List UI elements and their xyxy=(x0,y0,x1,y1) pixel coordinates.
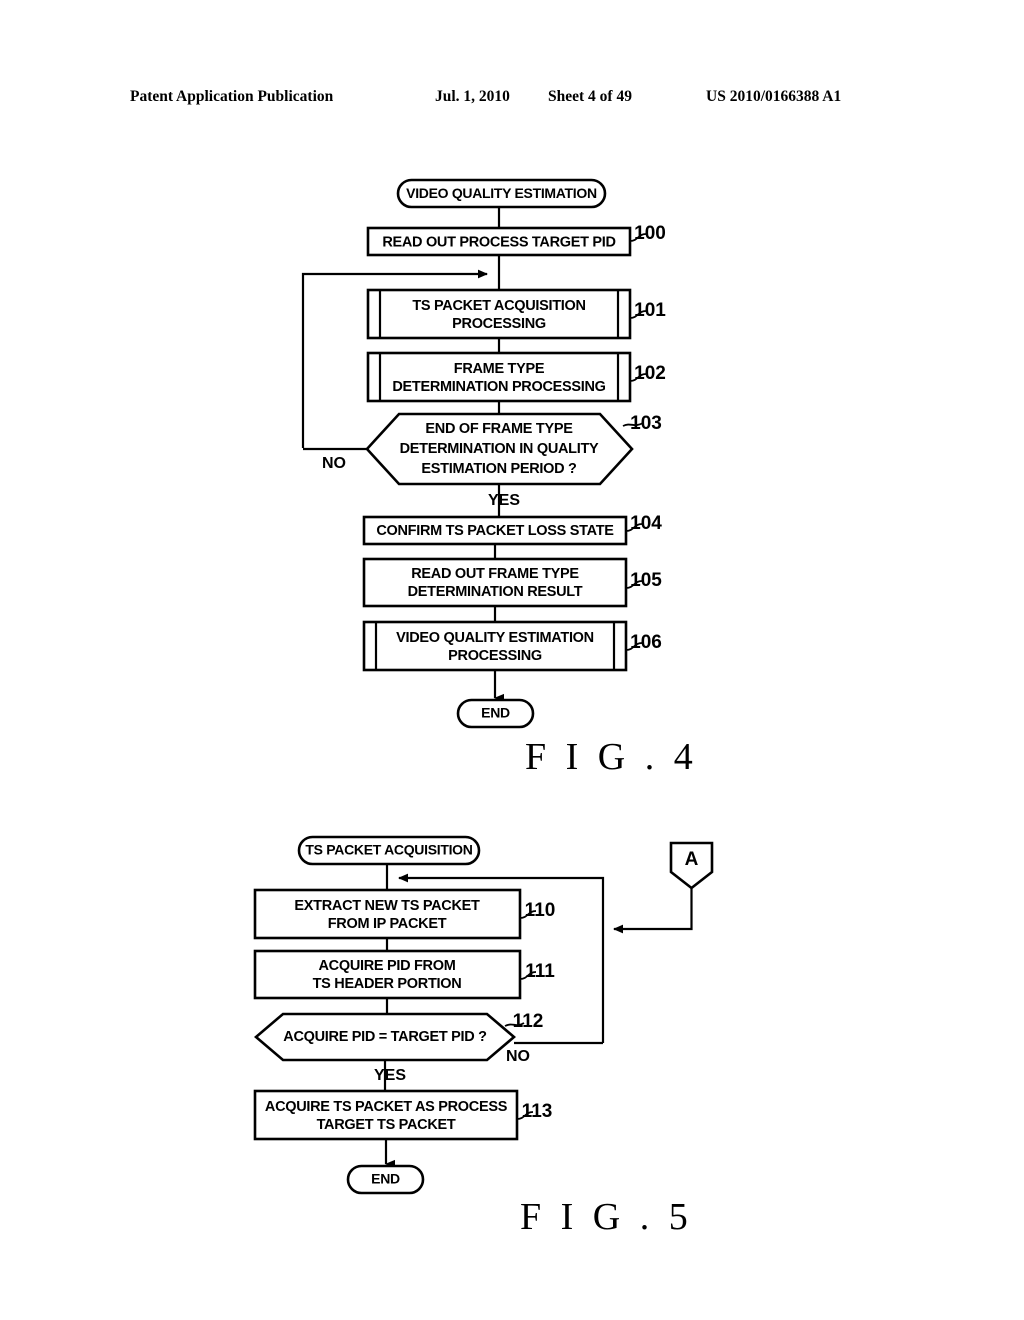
fig5-connector-a: A xyxy=(669,841,714,890)
fig5-end-label: END xyxy=(371,1171,400,1187)
fig5-ref-112: 112 xyxy=(513,1011,544,1032)
fig5-step-111-line2: TS HEADER PORTION xyxy=(313,976,462,992)
fig5-step-112: ACQUIRE PID = TARGET PID ? xyxy=(253,1012,517,1062)
figure-5-flowchart: TS PACKET ACQUISITION A EXTRACT NEW TS P… xyxy=(253,835,714,1195)
fig5-start-terminator: TS PACKET ACQUISITION xyxy=(297,835,481,866)
patent-drawing-page: Patent Application Publication Jul. 1, 2… xyxy=(0,0,1024,1320)
fig5-step-112-label: ACQUIRE PID = TARGET PID ? xyxy=(283,1029,487,1045)
fig5-step-111-line1: ACQUIRE PID FROM xyxy=(319,958,456,974)
fig5-start-label: TS PACKET ACQUISITION xyxy=(305,842,472,858)
figure-5-caption: F I G . 5 xyxy=(520,1196,693,1238)
fig5-ref-113: 113 xyxy=(522,1101,553,1122)
fig5-ref-111: 111 xyxy=(525,961,555,982)
fig5-branch-yes: YES xyxy=(374,1067,406,1084)
fig5-step-113-line2: TARGET TS PACKET xyxy=(317,1117,456,1133)
fig5-step-111: ACQUIRE PID FROM TS HEADER PORTION xyxy=(253,949,522,1000)
fig5-step-110-line1: EXTRACT NEW TS PACKET xyxy=(294,898,480,914)
fig5-end-terminator: END xyxy=(346,1164,425,1195)
fig5-step-113-line1: ACQUIRE TS PACKET AS PROCESS xyxy=(265,1099,508,1115)
fig5-step-110-line2: FROM IP PACKET xyxy=(328,916,447,932)
fig5-step-113: ACQUIRE TS PACKET AS PROCESS TARGET TS P… xyxy=(253,1089,519,1141)
fig5-branch-no: NO xyxy=(506,1048,530,1065)
fig5-step-110: EXTRACT NEW TS PACKET FROM IP PACKET xyxy=(253,888,522,940)
fig5-ref-110: 110 xyxy=(525,900,556,921)
fig5-connector-a-label: A xyxy=(685,849,699,870)
